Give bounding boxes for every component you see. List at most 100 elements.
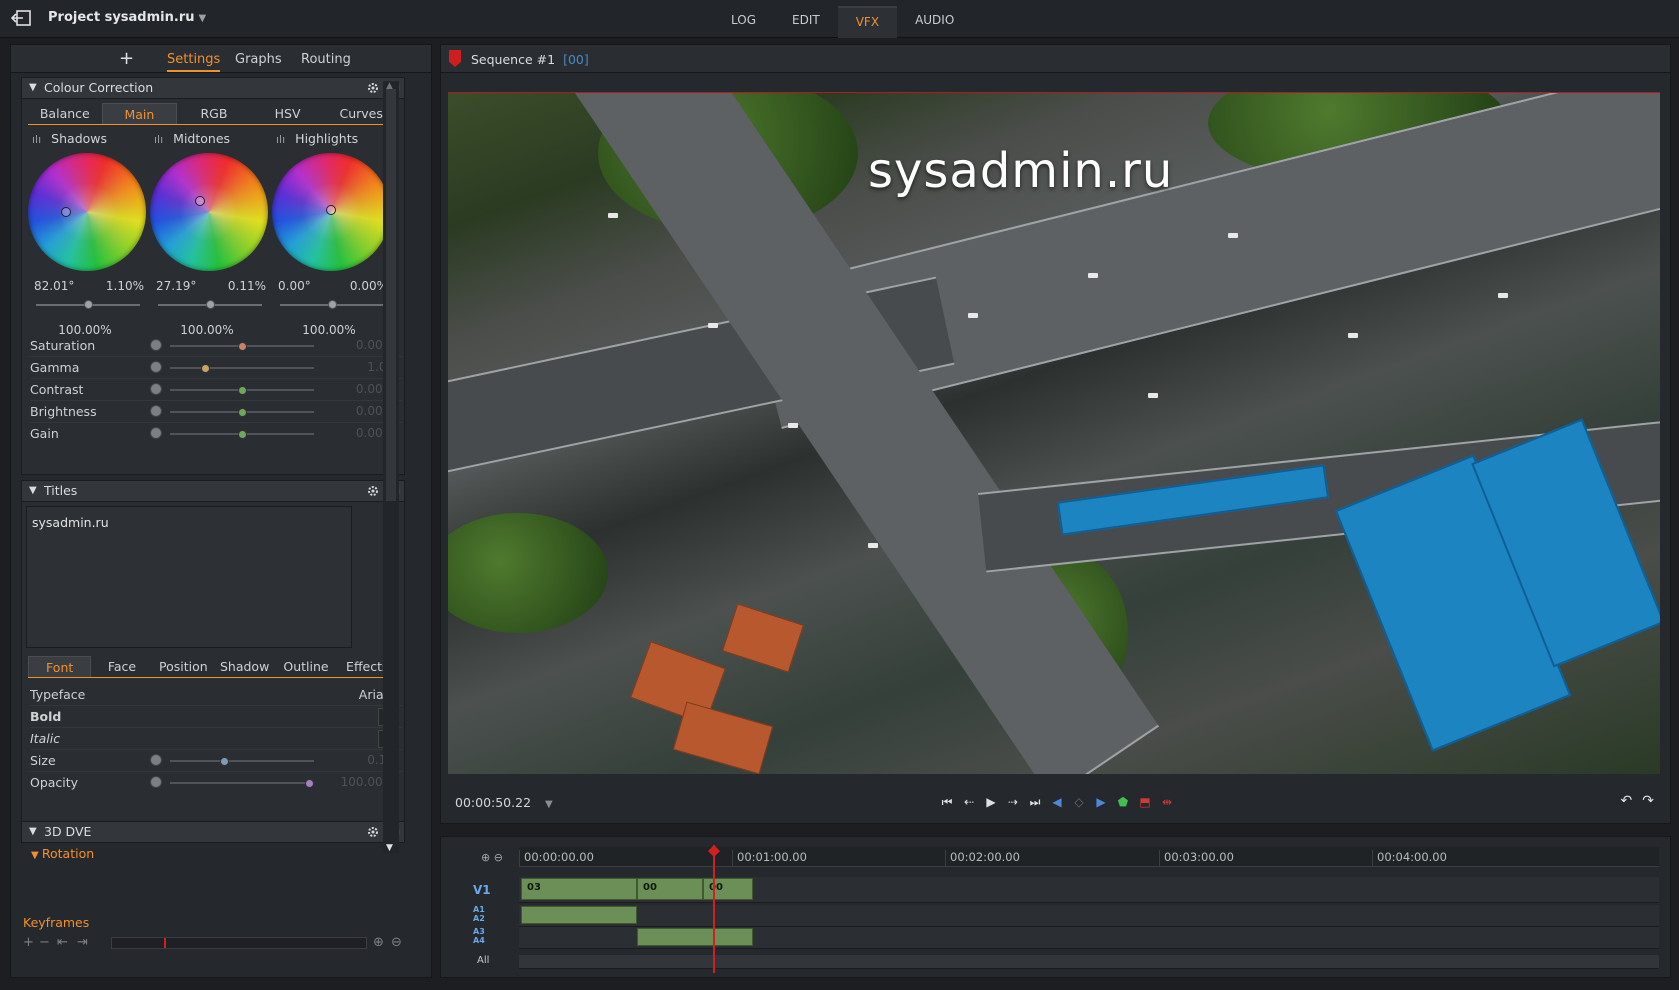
slider-knob[interactable] [206, 300, 215, 309]
go-to-start-icon[interactable]: ⏮ [939, 793, 955, 811]
mark-out-icon[interactable]: ▶ [1093, 793, 1109, 811]
rotation-group[interactable]: ▼ Rotation [31, 846, 94, 861]
audio-track-a3a4[interactable] [519, 927, 1659, 949]
gear-icon[interactable] [366, 825, 380, 839]
midtones-angle[interactable]: 27.19° [156, 279, 196, 293]
reset-icon[interactable] [150, 754, 162, 766]
slider-knob[interactable] [219, 757, 229, 766]
highlights-angle[interactable]: 0.00° [278, 279, 311, 293]
slider-knob[interactable] [84, 300, 93, 309]
add-marker-icon[interactable]: ⬟ [1115, 793, 1131, 811]
tab-font[interactable]: Font [28, 656, 92, 677]
slider-knob[interactable] [328, 300, 337, 309]
slider-knob[interactable] [237, 430, 247, 439]
panel-scrollbar[interactable]: ▲ ▼ [383, 81, 399, 853]
track-label-all[interactable]: All [477, 955, 489, 966]
undo-icon[interactable]: ↶ [1621, 793, 1633, 809]
reset-icon[interactable] [150, 405, 162, 417]
mode-log[interactable]: LOG [713, 6, 774, 38]
tab-position[interactable]: Position [153, 656, 214, 677]
redo-icon[interactable]: ↷ [1642, 793, 1654, 809]
titles-header[interactable]: ▼ Titles [21, 480, 405, 502]
audio-track-a1a2[interactable] [519, 905, 1659, 927]
step-back-icon[interactable]: ⇠ [961, 793, 977, 811]
tab-routing[interactable]: Routing [301, 52, 351, 67]
wheel-handle[interactable] [195, 196, 205, 206]
mark-in-icon[interactable]: ◀ [1049, 793, 1065, 811]
size-slider[interactable] [170, 757, 314, 766]
zoom-in-icon[interactable]: ⊕ ⊖ [481, 851, 503, 864]
video-track[interactable]: 03 00 00 [519, 877, 1659, 903]
tab-graphs[interactable]: Graphs [235, 52, 282, 67]
mode-vfx[interactable]: VFX [837, 6, 898, 38]
slider-knob[interactable] [237, 408, 247, 417]
slider-knob[interactable] [305, 779, 314, 788]
mark-clear-icon[interactable]: ◇ [1071, 793, 1087, 811]
dve-header[interactable]: ▼ 3D DVE [21, 821, 405, 843]
opacity-slider[interactable] [170, 779, 314, 788]
add-keyframe-icon[interactable]: + [23, 935, 34, 950]
param-slider[interactable] [170, 342, 314, 351]
slider-knob[interactable] [237, 342, 247, 351]
midtones-level-slider[interactable] [158, 300, 262, 309]
title-text-input[interactable]: sysadmin.ru [26, 506, 352, 648]
step-forward-icon[interactable]: ⇢ [1005, 793, 1021, 811]
param-slider[interactable] [170, 364, 314, 373]
mode-edit[interactable]: EDIT [774, 6, 838, 38]
zoom-out-icon[interactable]: ⊖ [391, 935, 402, 950]
video-clip[interactable]: 03 [521, 878, 637, 900]
project-title[interactable]: Project sysadmin.ru ▼ [48, 10, 206, 25]
all-tracks-bar[interactable] [519, 955, 1659, 969]
reset-icon[interactable] [150, 427, 162, 439]
highlights-level-slider[interactable] [280, 300, 384, 309]
slider-knob[interactable] [237, 386, 247, 395]
gear-icon[interactable] [366, 484, 380, 498]
video-clip[interactable]: 00 [637, 878, 703, 900]
video-frame[interactable]: sysadmin.ru [448, 92, 1660, 774]
exit-project-icon[interactable] [10, 9, 32, 27]
reset-icon[interactable] [150, 361, 162, 373]
slider-knob[interactable] [201, 364, 211, 373]
param-slider[interactable] [170, 386, 314, 395]
timeline-ruler[interactable]: 00:00:00.00 00:01:00.00 00:02:00.00 00:0… [519, 847, 1659, 867]
midtones-amount[interactable]: 0.11% [228, 279, 266, 293]
keyframe-track[interactable] [111, 937, 367, 949]
reset-icon[interactable] [150, 339, 162, 351]
keyframe-playhead[interactable] [164, 938, 166, 948]
reset-icon[interactable] [150, 776, 162, 788]
tab-shadow[interactable]: Shadow [214, 656, 275, 677]
wheel-handle[interactable] [61, 207, 71, 217]
shadows-colour-wheel[interactable] [28, 153, 146, 271]
reset-icon[interactable] [150, 383, 162, 395]
zoom-in-icon[interactable]: ⊕ [373, 935, 384, 950]
go-to-end-icon[interactable]: ⏭ [1027, 793, 1043, 811]
insert-edit-icon[interactable]: ⬒ [1137, 793, 1153, 811]
shadows-level-slider[interactable] [36, 300, 140, 309]
shadows-amount[interactable]: 1.10% [106, 279, 144, 293]
track-label-a3a4[interactable]: A3 A4 [473, 927, 485, 945]
wheel-handle[interactable] [326, 205, 336, 215]
scroll-down-icon[interactable]: ▼ [386, 843, 393, 853]
tab-main[interactable]: Main [101, 103, 178, 124]
replace-edit-icon[interactable]: ⇹ [1159, 793, 1175, 811]
next-keyframe-icon[interactable]: ⇥ [77, 935, 88, 950]
play-icon[interactable]: ▶ [983, 793, 999, 811]
track-label-v1[interactable]: V1 [473, 883, 491, 897]
highlights-colour-wheel[interactable] [272, 153, 390, 271]
timeline-playhead[interactable] [713, 845, 715, 973]
tab-settings[interactable]: Settings [167, 52, 221, 72]
tab-hsv[interactable]: HSV [251, 103, 325, 124]
param-slider[interactable] [170, 430, 314, 439]
track-label-a1a2[interactable]: A1 A2 [473, 905, 485, 923]
mode-audio[interactable]: AUDIO [897, 6, 972, 38]
colour-correction-header[interactable]: ▼ Colour Correction [21, 77, 405, 99]
timecode-display[interactable]: 00:00:50.22 ▼ [455, 795, 553, 810]
video-clip[interactable]: 00 [703, 878, 753, 900]
remove-keyframe-icon[interactable]: − [39, 935, 50, 950]
shadows-angle[interactable]: 82.01° [34, 279, 74, 293]
prev-keyframe-icon[interactable]: ⇤ [57, 935, 68, 950]
tab-rgb[interactable]: RGB [177, 103, 251, 124]
param-slider[interactable] [170, 408, 314, 417]
tab-balance[interactable]: Balance [28, 103, 102, 124]
gear-icon[interactable] [366, 81, 380, 95]
